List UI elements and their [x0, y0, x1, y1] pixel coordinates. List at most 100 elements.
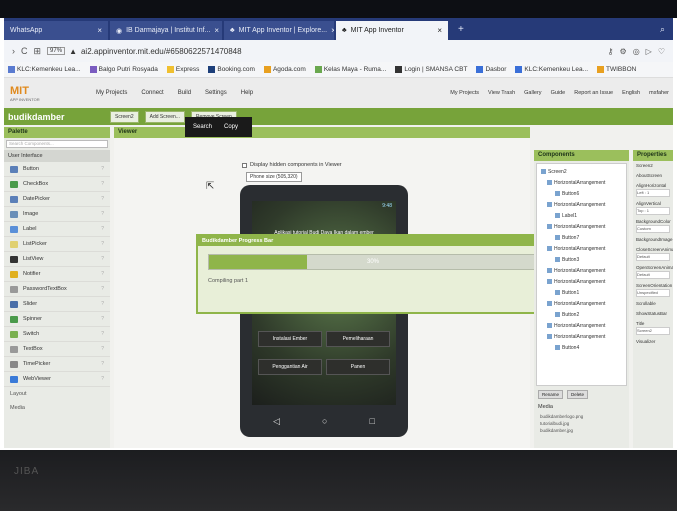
palette-item[interactable]: Label? [4, 222, 110, 237]
reload-icon[interactable]: C [21, 46, 28, 56]
menu-build[interactable]: Build [178, 90, 191, 96]
help-icon[interactable]: ? [101, 301, 104, 307]
palette-item[interactable]: Spinner? [4, 312, 110, 327]
mit-logo[interactable]: MIT APP INVENTOR [4, 85, 76, 102]
tree-item[interactable]: Button4 [541, 342, 622, 353]
palette-item[interactable]: Switch? [4, 327, 110, 342]
tree-item[interactable]: HorizontalArrangement [541, 177, 622, 188]
palette-item[interactable]: Slider? [4, 297, 110, 312]
help-icon[interactable]: ? [101, 241, 104, 247]
property-item[interactable]: ShowStatusBar [633, 309, 673, 319]
close-icon[interactable]: × [437, 26, 442, 35]
key-icon[interactable]: ⚷ [608, 47, 614, 56]
tree-item[interactable]: HorizontalArrangement [541, 221, 622, 232]
new-tab-button[interactable]: + [450, 24, 472, 35]
menu-help[interactable]: Help [241, 90, 253, 96]
palette-category[interactable]: User Interface [4, 150, 110, 162]
bookmark-item[interactable]: KLC:Kemenkeu Lea... [515, 65, 588, 73]
tree-item[interactable]: Button1 [541, 287, 622, 298]
palette-item[interactable]: CheckBox? [4, 177, 110, 192]
language-select[interactable]: English [622, 90, 640, 96]
tree-item[interactable]: Button7 [541, 232, 622, 243]
help-icon[interactable]: ? [101, 271, 104, 277]
settings-icon[interactable]: ⚙ [620, 47, 627, 56]
link-view-trash[interactable]: View Trash [488, 90, 515, 96]
url-field[interactable]: 97% ▲ ai2.appinventor.mit.edu/#658062257… [47, 47, 242, 56]
user-account[interactable]: msfaher [649, 90, 669, 96]
palette-item[interactable]: PasswordTextBox? [4, 282, 110, 297]
property-item[interactable]: AlignHorizontal Left : 1 [633, 181, 673, 199]
palette-item[interactable]: WebViewer? [4, 372, 110, 387]
tree-item[interactable]: HorizontalArrangement [541, 320, 622, 331]
tree-item[interactable]: HorizontalArrangement [541, 243, 622, 254]
tab-appinventor[interactable]: ♣ MIT App Inventor × [336, 21, 448, 40]
palette-item[interactable]: DatePicker? [4, 192, 110, 207]
shield-icon[interactable]: ♡ [658, 47, 665, 56]
add-screen-button[interactable]: Add Screen... [144, 110, 185, 123]
link-guide[interactable]: Guide [551, 90, 566, 96]
tree-item[interactable]: HorizontalArrangement [541, 265, 622, 276]
tree-item[interactable]: Screen2 [541, 166, 622, 177]
screen-select[interactable]: Screen2 [110, 110, 139, 123]
recents-icon[interactable]: □ [370, 416, 375, 426]
link-gallery[interactable]: Gallery [524, 90, 541, 96]
rename-button[interactable]: Rename [538, 390, 564, 399]
palette-category-layout[interactable]: Layout [4, 387, 110, 401]
menu-connect[interactable]: Connect [141, 90, 163, 96]
bookmark-item[interactable]: Booking.com [208, 65, 255, 73]
bookmark-item[interactable]: Dasbor [476, 65, 506, 73]
button-penggantian-air[interactable]: Penggantian Air [258, 359, 322, 375]
back-icon[interactable]: ◁ [273, 416, 280, 427]
link-report-issue[interactable]: Report an Issue [574, 90, 613, 96]
help-icon[interactable]: ? [101, 181, 104, 187]
palette-item[interactable]: ListView? [4, 252, 110, 267]
help-icon[interactable]: ? [101, 346, 104, 352]
close-icon[interactable]: × [214, 26, 219, 35]
palette-item[interactable]: ListPicker? [4, 237, 110, 252]
help-icon[interactable]: ? [101, 376, 104, 382]
tree-item[interactable]: Button3 [541, 254, 622, 265]
media-item[interactable]: budikdamberlogo.png [534, 413, 629, 420]
tree-item[interactable]: Button6 [541, 188, 622, 199]
property-item[interactable]: Screen2 [633, 161, 673, 171]
tree-item[interactable]: Button2 [541, 309, 622, 320]
help-icon[interactable]: ? [101, 211, 104, 217]
media-item[interactable]: tutorialbudi.jpg [534, 420, 629, 427]
palette-category-media[interactable]: Media [4, 401, 110, 415]
palette-item[interactable]: TimePicker? [4, 357, 110, 372]
help-icon[interactable]: ? [101, 226, 104, 232]
property-item[interactable]: Scrollable [633, 299, 673, 309]
property-item[interactable]: AboutScreen [633, 171, 673, 181]
palette-search-input[interactable]: Search Components... [6, 140, 108, 148]
display-hidden-checkbox[interactable]: Display hidden components in Viewer [242, 162, 342, 168]
bookmark-item[interactable]: Balgo Putri Rosyada [89, 65, 158, 73]
property-item[interactable]: BackgroundImage [633, 235, 673, 245]
home-icon[interactable]: ○ [322, 416, 327, 426]
property-item[interactable]: OpenScreenAnimationDefault [633, 263, 673, 281]
help-icon[interactable]: ? [101, 361, 104, 367]
apps-grid-icon[interactable]: ⊞ [34, 46, 42, 57]
menu-settings[interactable]: Settings [205, 90, 227, 96]
dropdown-copy[interactable]: Copy [224, 124, 238, 130]
bookmark-item[interactable]: Login | SMANSA CBT [395, 65, 467, 73]
button-pemeliharaan[interactable]: Pemeliharaan [326, 331, 390, 347]
button-panen[interactable]: Panen [326, 359, 390, 375]
property-item[interactable]: Visualizer [633, 337, 673, 347]
property-item[interactable]: ScreenOrientation Unspecified [633, 281, 673, 299]
bookmark-item[interactable]: Agoda.com [263, 65, 306, 73]
close-icon[interactable]: × [97, 26, 102, 35]
send-icon[interactable]: ▷ [646, 47, 652, 56]
palette-item[interactable]: Button? [4, 162, 110, 177]
property-item[interactable]: AlignVertical Top : 1 [633, 199, 673, 217]
bookmark-item[interactable]: Kelas Maya - Ruma... [314, 65, 386, 73]
help-icon[interactable]: ? [101, 196, 104, 202]
tab-whatsapp[interactable]: WhatsApp × [4, 21, 108, 40]
palette-item[interactable]: Notifier? [4, 267, 110, 282]
tab-darmajaya[interactable]: ◉ IB Darmajaya | Institut Inf... × [110, 21, 222, 40]
media-item[interactable]: budikdamber.jpg [534, 427, 629, 434]
property-item[interactable]: CloseScreenAnimationDefault [633, 245, 673, 263]
phone-size-select[interactable]: Phone size (505,320) [246, 172, 302, 182]
tree-item[interactable]: HorizontalArrangement [541, 331, 622, 342]
menu-my-projects[interactable]: My Projects [96, 90, 127, 96]
property-item[interactable]: Title Screen2 [633, 319, 673, 337]
